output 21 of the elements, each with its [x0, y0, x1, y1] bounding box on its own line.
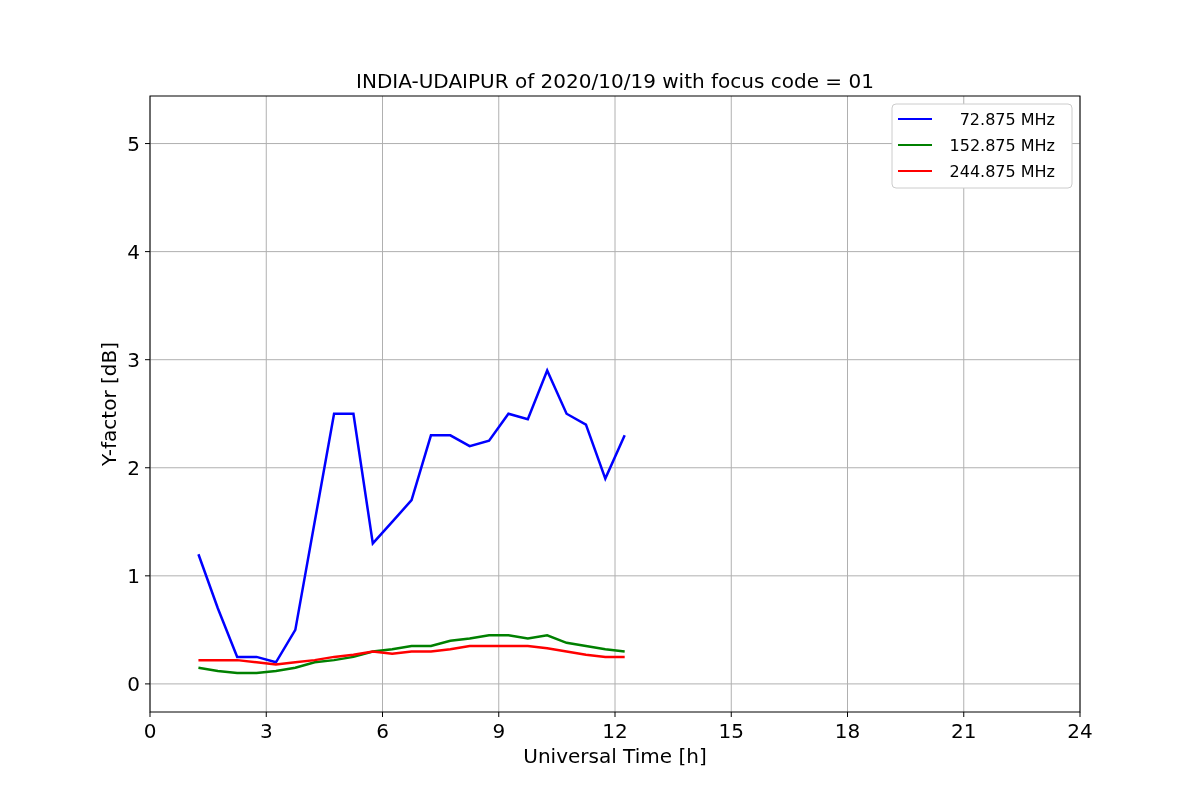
chart-title: INDIA-UDAIPUR of 2020/10/19 with focus code = 01 — [356, 69, 874, 93]
y-axis-label: Y-factor [dB] — [97, 342, 121, 466]
tick-label: 3 — [259, 719, 273, 743]
tick-label: 3 — [127, 347, 140, 372]
tick-label: 15 — [718, 719, 744, 743]
tick-label: 1 — [127, 563, 140, 588]
tick-label: 21 — [951, 719, 977, 743]
tick-label: 2 — [127, 455, 140, 480]
tick-label: 0 — [127, 671, 140, 696]
tick-label: 4 — [127, 239, 140, 264]
tick-label: 5 — [127, 131, 140, 156]
tick-label: 24 — [1067, 719, 1093, 743]
tick-label: 0 — [143, 719, 157, 743]
x-axis-label: Universal Time [h] — [523, 744, 707, 768]
tick-label: 9 — [492, 719, 506, 743]
tick-label: 12 — [602, 719, 628, 743]
legend-label: 152.875 MHz — [949, 136, 1055, 155]
legend-label: 244.875 MHz — [949, 162, 1055, 181]
tick-label: 18 — [834, 719, 861, 743]
legend-label: 72.875 MHz — [959, 110, 1055, 129]
tick-label: 6 — [376, 719, 389, 743]
